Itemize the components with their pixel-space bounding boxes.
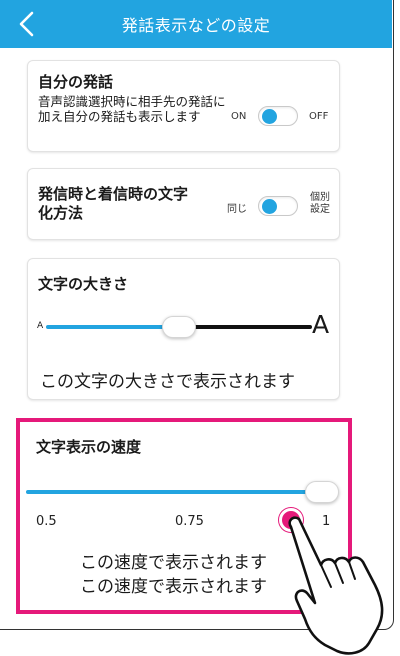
text-size-slider-handle[interactable] <box>162 316 196 338</box>
display-speed-slider-handle[interactable] <box>305 481 339 503</box>
own-speech-toggle[interactable] <box>258 106 298 126</box>
own-speech-on-label: ON <box>231 111 247 122</box>
display-speed-slider-filled <box>26 490 312 494</box>
char-method-same-label: 同じ <box>227 204 247 215</box>
toggle-knob <box>262 199 277 214</box>
chevron-left-icon <box>19 11 34 37</box>
individual-line2: 設定 <box>310 204 330 215</box>
text-size-slider-filled <box>46 325 168 329</box>
text-size-card: 文字の大きさ A A この文字の大きさで表示されます <box>27 258 340 400</box>
page-title: 発話表示などの設定 <box>121 16 271 35</box>
own-speech-description: 音声認識選択時に相手先の発話に加え自分の発話も表示します <box>38 94 226 124</box>
text-size-title: 文字の大きさ <box>38 275 129 293</box>
display-speed-sample-1: この速度で表示されます <box>80 553 267 573</box>
toggle-knob <box>262 109 277 124</box>
char-method-title: 発信時と着信時の文字 化方法 <box>38 185 188 223</box>
speed-tick-1: 0.75 <box>175 514 204 529</box>
char-method-card: 発信時と着信時の文字 化方法 同じ 個別 設定 <box>27 168 340 240</box>
text-size-small-a: A <box>37 321 44 331</box>
speed-tick-0: 0.5 <box>36 514 57 529</box>
pointing-hand-icon <box>288 516 384 655</box>
char-method-toggle[interactable] <box>258 196 298 216</box>
own-speech-title: 自分の発話 <box>38 73 114 91</box>
display-speed-title: 文字表示の速度 <box>36 438 142 456</box>
own-speech-card: 自分の発話 音声認識選択時に相手先の発話に加え自分の発話も表示します ON OF… <box>27 60 340 152</box>
text-size-large-a: A <box>312 310 330 339</box>
display-speed-sample-2: この速度で表示されます <box>80 577 267 597</box>
char-method-individual-label: 個別 設定 <box>310 192 330 216</box>
own-speech-off-label: OFF <box>309 111 329 122</box>
header-bar: 発話表示などの設定 <box>0 0 392 48</box>
char-method-title-line2: 化方法 <box>38 204 84 222</box>
back-button[interactable] <box>18 10 44 38</box>
char-method-title-line1: 発信時と着信時の文字 <box>38 185 189 203</box>
individual-line1: 個別 <box>310 192 330 203</box>
text-size-sample: この文字の大きさで表示されます <box>40 372 295 392</box>
